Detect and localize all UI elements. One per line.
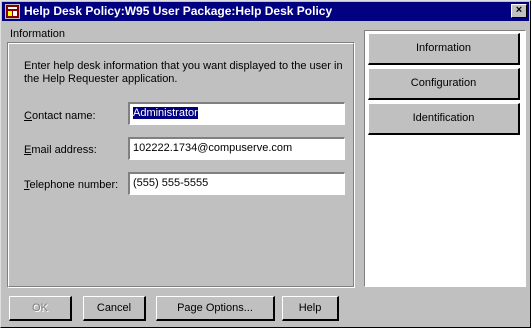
- close-icon: ×: [515, 4, 523, 16]
- email-address-label: Email address:: [24, 144, 97, 156]
- title-bar[interactable]: Help Desk Policy:W95 User Package:Help D…: [2, 2, 529, 21]
- section-label: Information: [10, 28, 66, 40]
- nav-configuration-button[interactable]: Configuration: [368, 68, 520, 100]
- page-options-button[interactable]: Page Options...: [156, 296, 275, 321]
- window-title: Help Desk Policy:W95 User Package:Help D…: [24, 4, 333, 18]
- telephone-number-label: Telephone number:: [24, 179, 119, 191]
- contact-name-input[interactable]: Administrator: [128, 102, 345, 125]
- ok-button[interactable]: OK: [9, 296, 72, 321]
- email-address-input[interactable]: 102222.1734@compuserve.com: [128, 137, 345, 160]
- description-text: Enter help desk information that you wan…: [24, 60, 343, 85]
- dialog-window: Help Desk Policy:W95 User Package:Help D…: [0, 0, 531, 328]
- cancel-button[interactable]: Cancel: [83, 296, 146, 321]
- nav-identification-button[interactable]: Identification: [368, 103, 520, 135]
- information-group: Enter help desk information that you wan…: [7, 42, 355, 288]
- close-button[interactable]: ×: [511, 4, 527, 18]
- telephone-number-input[interactable]: (555) 555-5555: [128, 172, 345, 195]
- nav-information-button[interactable]: Information: [368, 33, 520, 65]
- app-icon: [5, 4, 20, 19]
- help-button[interactable]: Help: [282, 296, 339, 321]
- contact-name-label: Contact name:: [24, 110, 96, 122]
